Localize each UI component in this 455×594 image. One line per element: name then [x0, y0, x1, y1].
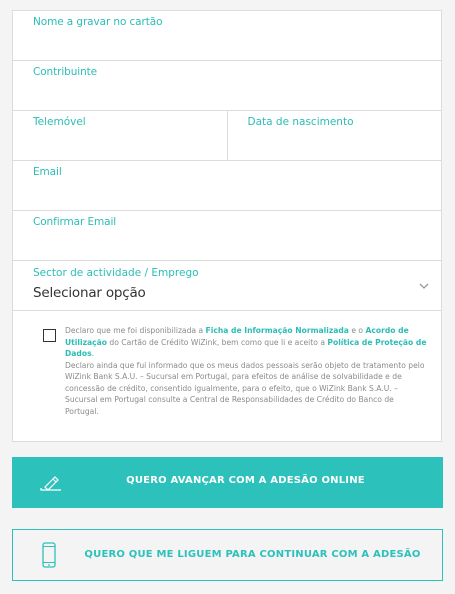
email-field[interactable]: Email	[13, 161, 441, 211]
consent-text: Declaro que me foi disponibilizada a	[65, 326, 206, 335]
contribuinte-field[interactable]: Contribuinte	[13, 61, 441, 111]
email-label: Email	[33, 166, 62, 178]
advance-online-button[interactable]: QUERO AVANÇAR COM A ADESÃO ONLINE	[12, 457, 443, 508]
consent-paragraph-2: Declaro ainda que fui informado que os m…	[65, 360, 425, 416]
consent-block: Declaro que me foi disponibilizada a Fic…	[13, 311, 441, 441]
birthdate-field[interactable]: Data de nascimento	[226, 111, 442, 160]
email-input[interactable]	[33, 183, 413, 203]
contribuinte-input[interactable]	[33, 83, 413, 103]
phone-birthdate-row: Telemóvel Data de nascimento	[13, 111, 441, 161]
sector-label: Sector de actividade / Emprego	[33, 267, 199, 279]
consent-text: e o	[348, 326, 366, 335]
consent-paragraph-1: Declaro que me foi disponibilizada a Fic…	[65, 325, 427, 360]
chevron-down-icon	[419, 283, 429, 289]
card-name-input[interactable]	[33, 33, 413, 53]
card-name-label: Nome a gravar no cartão	[33, 16, 163, 28]
request-callback-button[interactable]: QUERO QUE ME LIGUEM PARA CONTINUAR COM A…	[12, 529, 443, 581]
advance-online-label: QUERO AVANÇAR COM A ADESÃO ONLINE	[126, 475, 365, 486]
consent-text: .	[91, 349, 95, 358]
telemovel-label: Telemóvel	[33, 116, 86, 128]
confirm-email-field[interactable]: Confirmar Email	[13, 211, 441, 261]
request-callback-label: QUERO QUE ME LIGUEM PARA CONTINUAR COM A…	[84, 549, 421, 560]
consent-checkbox[interactable]	[43, 329, 56, 342]
card-name-field[interactable]: Nome a gravar no cartão	[13, 11, 441, 61]
birthdate-label: Data de nascimento	[247, 116, 354, 128]
sector-selected-value: Selecionar opção	[33, 285, 146, 301]
application-form: Nome a gravar no cartão Contribuinte Tel…	[12, 10, 442, 442]
consent-text: do Cartão de Crédito WiZink, bem como qu…	[107, 337, 328, 347]
contribuinte-label: Contribuinte	[33, 66, 98, 78]
confirm-email-input[interactable]	[33, 233, 413, 253]
ficha-informacao-link[interactable]: Ficha de Informação Normalizada	[206, 326, 349, 335]
confirm-email-label: Confirmar Email	[33, 216, 117, 228]
sector-select[interactable]: Sector de actividade / Emprego Seleciona…	[13, 261, 441, 311]
telemovel-field[interactable]: Telemóvel	[13, 111, 227, 160]
